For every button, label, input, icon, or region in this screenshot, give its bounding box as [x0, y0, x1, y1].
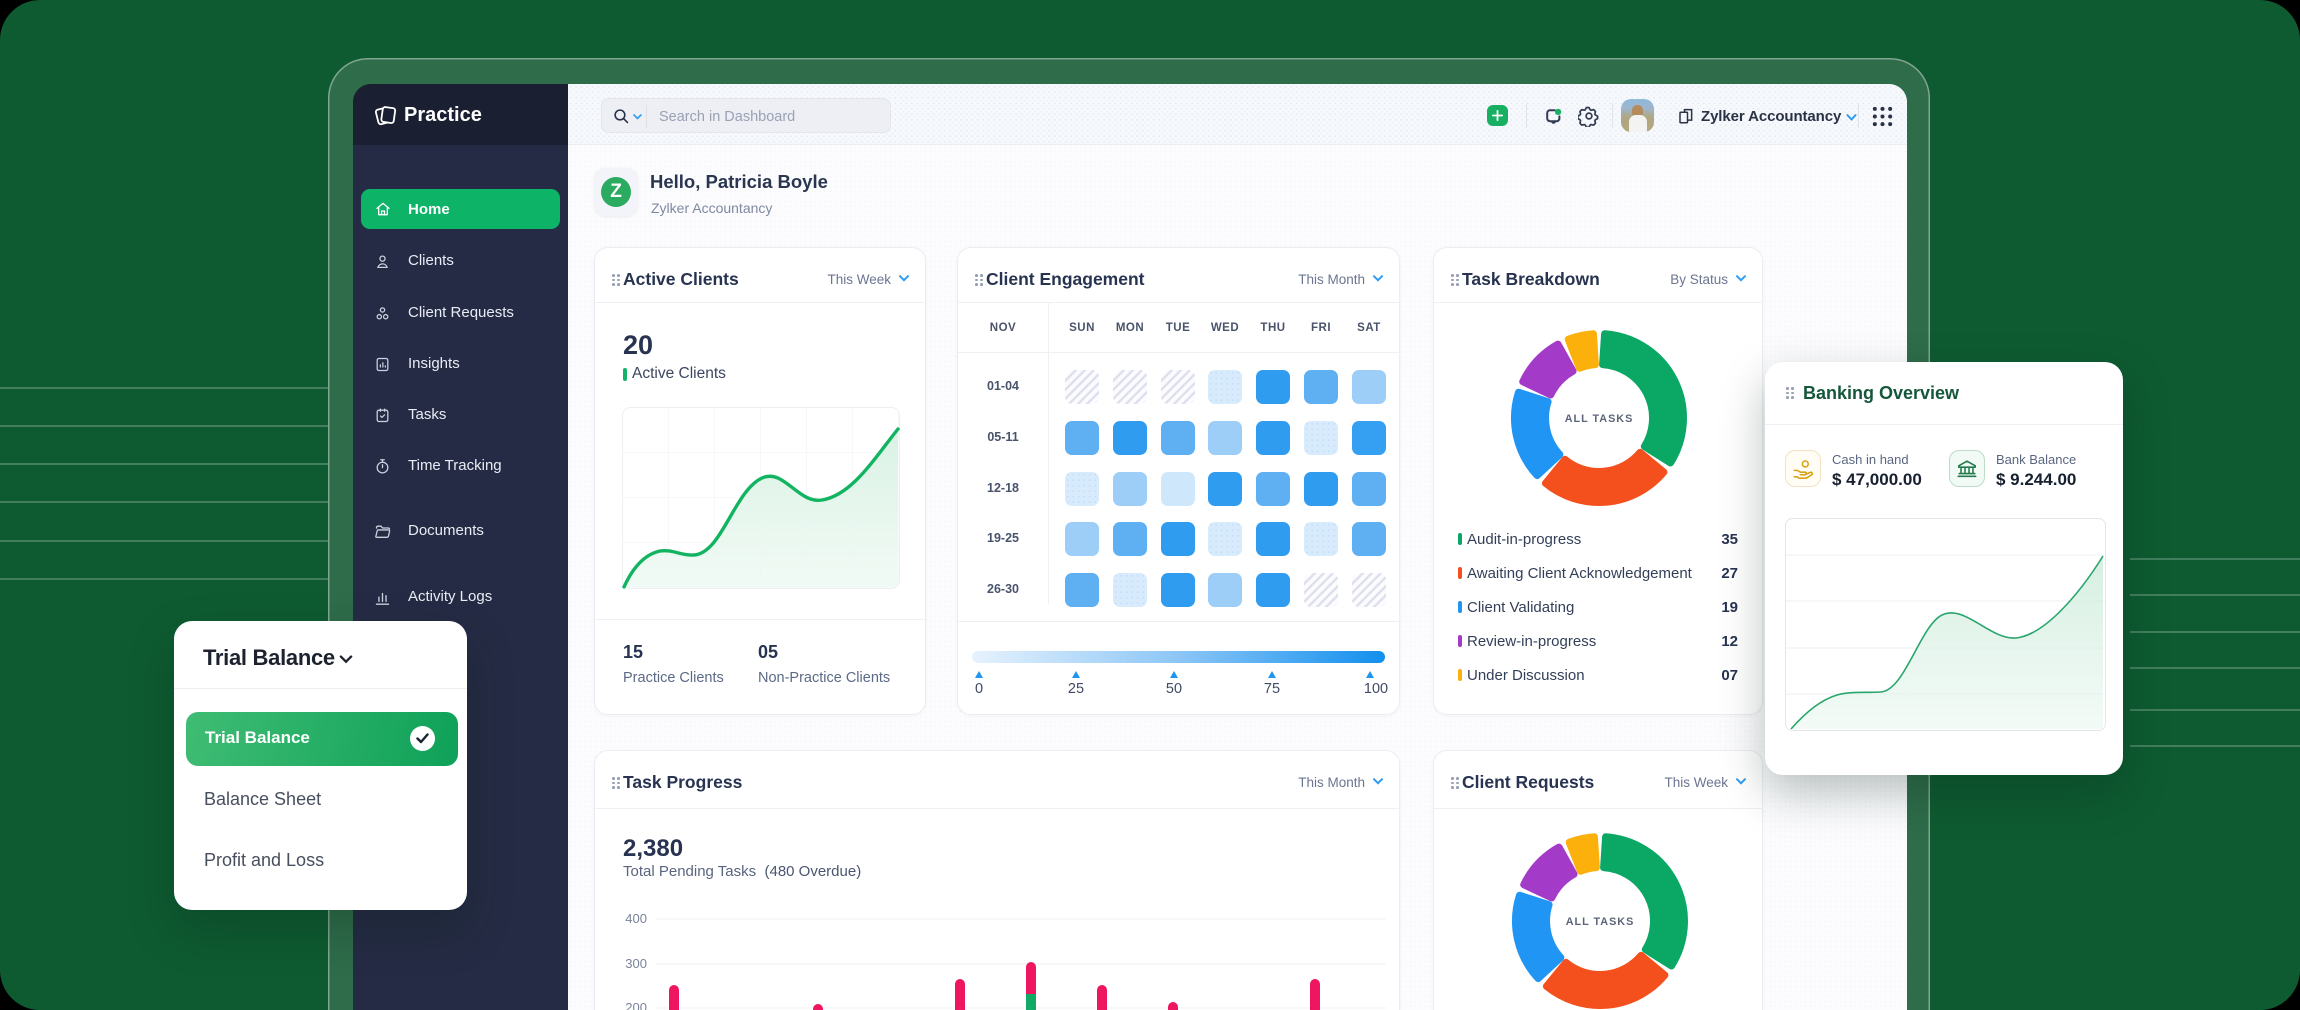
svg-text:ALL TASKS: ALL TASKS	[1565, 413, 1634, 425]
svg-text:400: 400	[625, 911, 647, 926]
svg-text:200: 200	[625, 1000, 647, 1010]
svg-text:ALL TASKS: ALL TASKS	[1566, 916, 1635, 928]
svg-text:300: 300	[625, 956, 647, 971]
